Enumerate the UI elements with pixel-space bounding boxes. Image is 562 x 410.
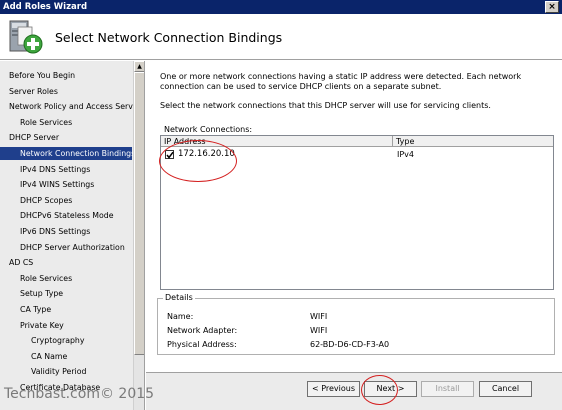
details-group: Details Name: WIFI Network Adapter: WIFI… <box>157 293 555 355</box>
close-icon: × <box>548 2 556 12</box>
sidebar-item[interactable]: Role Services <box>0 272 132 285</box>
sidebar-scrollbar[interactable]: ▲ <box>133 61 144 410</box>
sidebar-item[interactable]: DHCP Server <box>0 131 132 144</box>
window-title: Add Roles Wizard <box>3 2 88 12</box>
install-button[interactable]: Install <box>421 381 474 397</box>
sidebar-item[interactable]: Role Services <box>0 116 132 129</box>
network-connections-label: Network Connections: <box>164 125 253 134</box>
page-title: Select Network Connection Bindings <box>55 30 283 45</box>
wizard-steps-sidebar: Before You Begin Server Roles Network Poli… <box>0 61 145 410</box>
sidebar-item[interactable]: Network Policy and Access Services <box>0 100 144 113</box>
sidebar-item[interactable]: IPv4 DNS Settings <box>0 163 132 176</box>
sidebar-item[interactable]: DHCP Server Authorization <box>0 241 132 254</box>
sidebar-item[interactable]: CA Type <box>0 303 132 316</box>
sidebar-item[interactable]: Server Roles <box>0 85 132 98</box>
cancel-button[interactable]: Cancel <box>479 381 532 397</box>
next-button[interactable]: Next > <box>364 381 417 397</box>
main-content: One or more network connections having a… <box>146 61 562 372</box>
sidebar-item[interactable]: IPv4 WINS Settings <box>0 178 132 191</box>
ip-address-cell: 172.16.20.10 <box>178 149 235 159</box>
title-bar: Add Roles Wizard × <box>0 0 562 14</box>
connection-checkbox[interactable] <box>165 150 174 159</box>
scroll-thumb[interactable] <box>134 72 144 355</box>
sidebar-item[interactable]: CA Name <box>0 350 132 363</box>
sidebar-item[interactable]: Cryptography <box>0 334 132 347</box>
sidebar-item[interactable]: Network Connection Bindings <box>0 147 135 160</box>
server-add-icon <box>9 20 43 54</box>
column-header-ip-address[interactable]: IP Address <box>161 136 393 147</box>
sidebar-item[interactable]: Before You Begin <box>0 69 132 82</box>
close-button[interactable]: × <box>545 1 559 13</box>
previous-button[interactable]: < Previous <box>307 381 360 397</box>
scroll-up-arrow-icon[interactable]: ▲ <box>134 61 144 72</box>
network-adapter-value: WIFI <box>310 326 328 335</box>
wizard-footer: < Previous Next > Install Cancel <box>146 372 562 410</box>
network-adapter-label: Network Adapter: <box>167 326 238 335</box>
sidebar-item[interactable]: IPv6 DNS Settings <box>0 225 132 238</box>
type-cell: IPv4 <box>397 150 415 159</box>
sidebar-item[interactable]: Certificate Database <box>0 381 132 394</box>
table-row[interactable]: 172.16.20.10 IPv4 <box>161 148 553 161</box>
sidebar-item[interactable]: Setup Type <box>0 287 132 300</box>
sidebar-item[interactable]: DHCPv6 Stateless Mode <box>0 209 132 222</box>
physical-address-value: 62-BD-D6-CD-F3-A0 <box>310 340 390 349</box>
name-value: WIFI <box>310 312 328 321</box>
intro-text: One or more network connections having a… <box>160 72 522 91</box>
physical-address-label: Physical Address: <box>167 340 237 349</box>
sidebar-item[interactable]: Validity Period <box>0 365 132 378</box>
name-label: Name: <box>167 312 194 321</box>
sidebar-item[interactable]: AD CS <box>0 256 132 269</box>
details-label: Details <box>163 293 195 302</box>
network-connections-table: IP Address Type 172.16.20.10 IPv4 <box>160 135 554 290</box>
instruction-text: Select the network connections that this… <box>160 101 491 110</box>
sidebar-item[interactable]: DHCP Scopes <box>0 194 132 207</box>
column-header-type[interactable]: Type <box>393 136 553 147</box>
sidebar-item[interactable]: Private Key <box>0 319 132 332</box>
wizard-header: Select Network Connection Bindings <box>0 14 562 60</box>
checkmark-icon <box>166 151 174 159</box>
